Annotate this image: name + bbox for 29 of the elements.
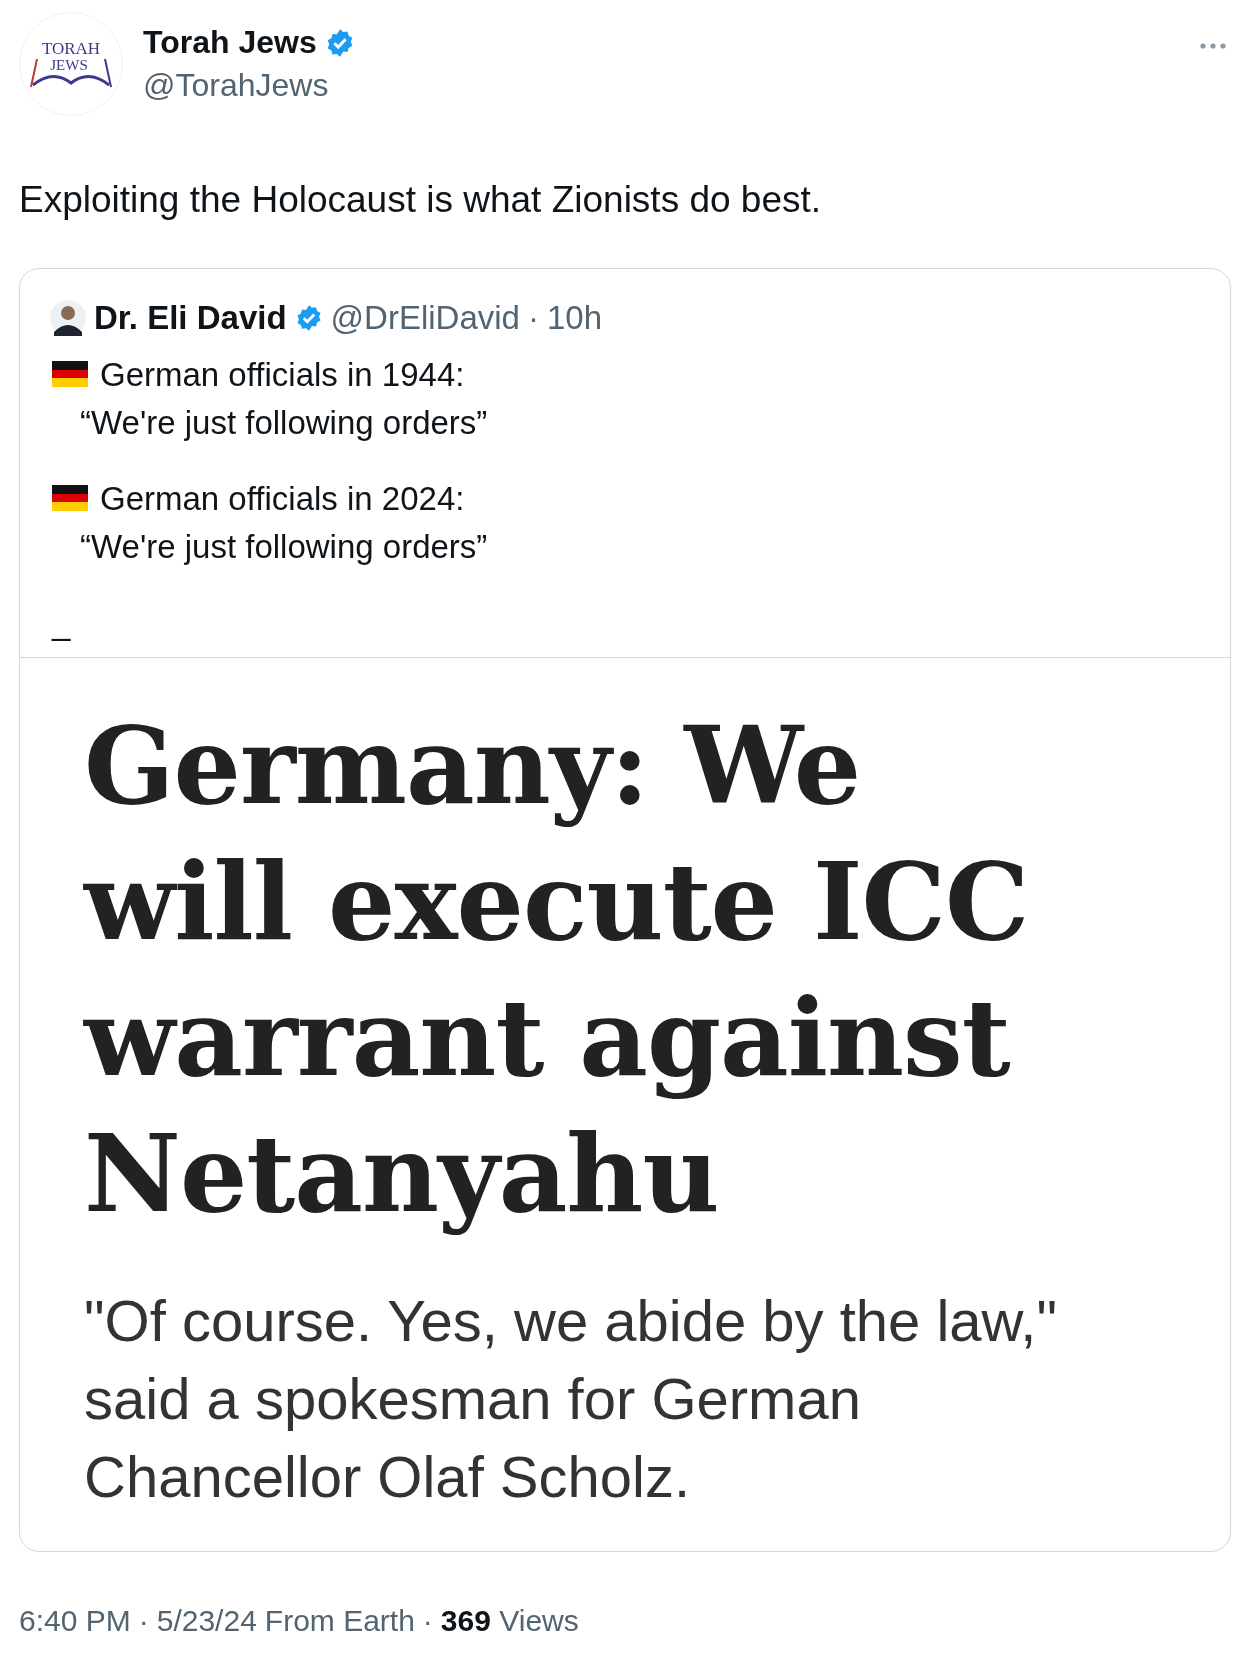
quoted-text-line: “We're just following orders” (79, 403, 489, 443)
verified-badge-icon (294, 304, 323, 332)
german-flag-icon (52, 361, 88, 387)
more-options-icon[interactable] (1199, 42, 1227, 50)
quoted-text-line: German officials in 2024: (100, 479, 465, 519)
quoted-time[interactable]: 10h (546, 299, 602, 337)
separator-dot: · (527, 299, 539, 337)
quoted-author-handle[interactable]: @DrEliDavid (330, 299, 520, 337)
tweet-source: From Earth (264, 1604, 415, 1638)
avatar-icon[interactable] (50, 300, 86, 336)
article-headline: Netanyahu (84, 1110, 720, 1238)
article-headline: will execute ICC (84, 838, 1030, 966)
article-headline: warrant against (84, 974, 1011, 1102)
view-count: 369 Views (440, 1604, 579, 1638)
quoted-text-line: German officials in 1944: (100, 355, 465, 395)
quoted-tweet-card[interactable] (19, 268, 1231, 1552)
quoted-text-line: “We're just following orders” (79, 527, 489, 567)
tweet-date[interactable]: 5/23/24 (156, 1604, 257, 1638)
quoted-author-name[interactable]: Dr. Eli David (94, 299, 287, 337)
author-handle[interactable]: @TorahJews (143, 67, 355, 104)
separator-dot: · (422, 1604, 433, 1638)
separator-dot: · (138, 1604, 149, 1638)
tweet-time[interactable]: 6:40 PM (19, 1604, 131, 1638)
quoted-text-line: _ (52, 603, 71, 643)
author-name[interactable]: Torah Jews (143, 24, 317, 61)
german-flag-icon (52, 485, 88, 511)
article-headline: Germany: We (84, 702, 862, 830)
article-subhead: "Of course. Yes, we abide by the law," said a spokesman for German Chancellor Olaf Scholz. (84, 1287, 1058, 1511)
tweet-text: Exploiting the Holocaust is what Zionists do best. (19, 178, 823, 222)
